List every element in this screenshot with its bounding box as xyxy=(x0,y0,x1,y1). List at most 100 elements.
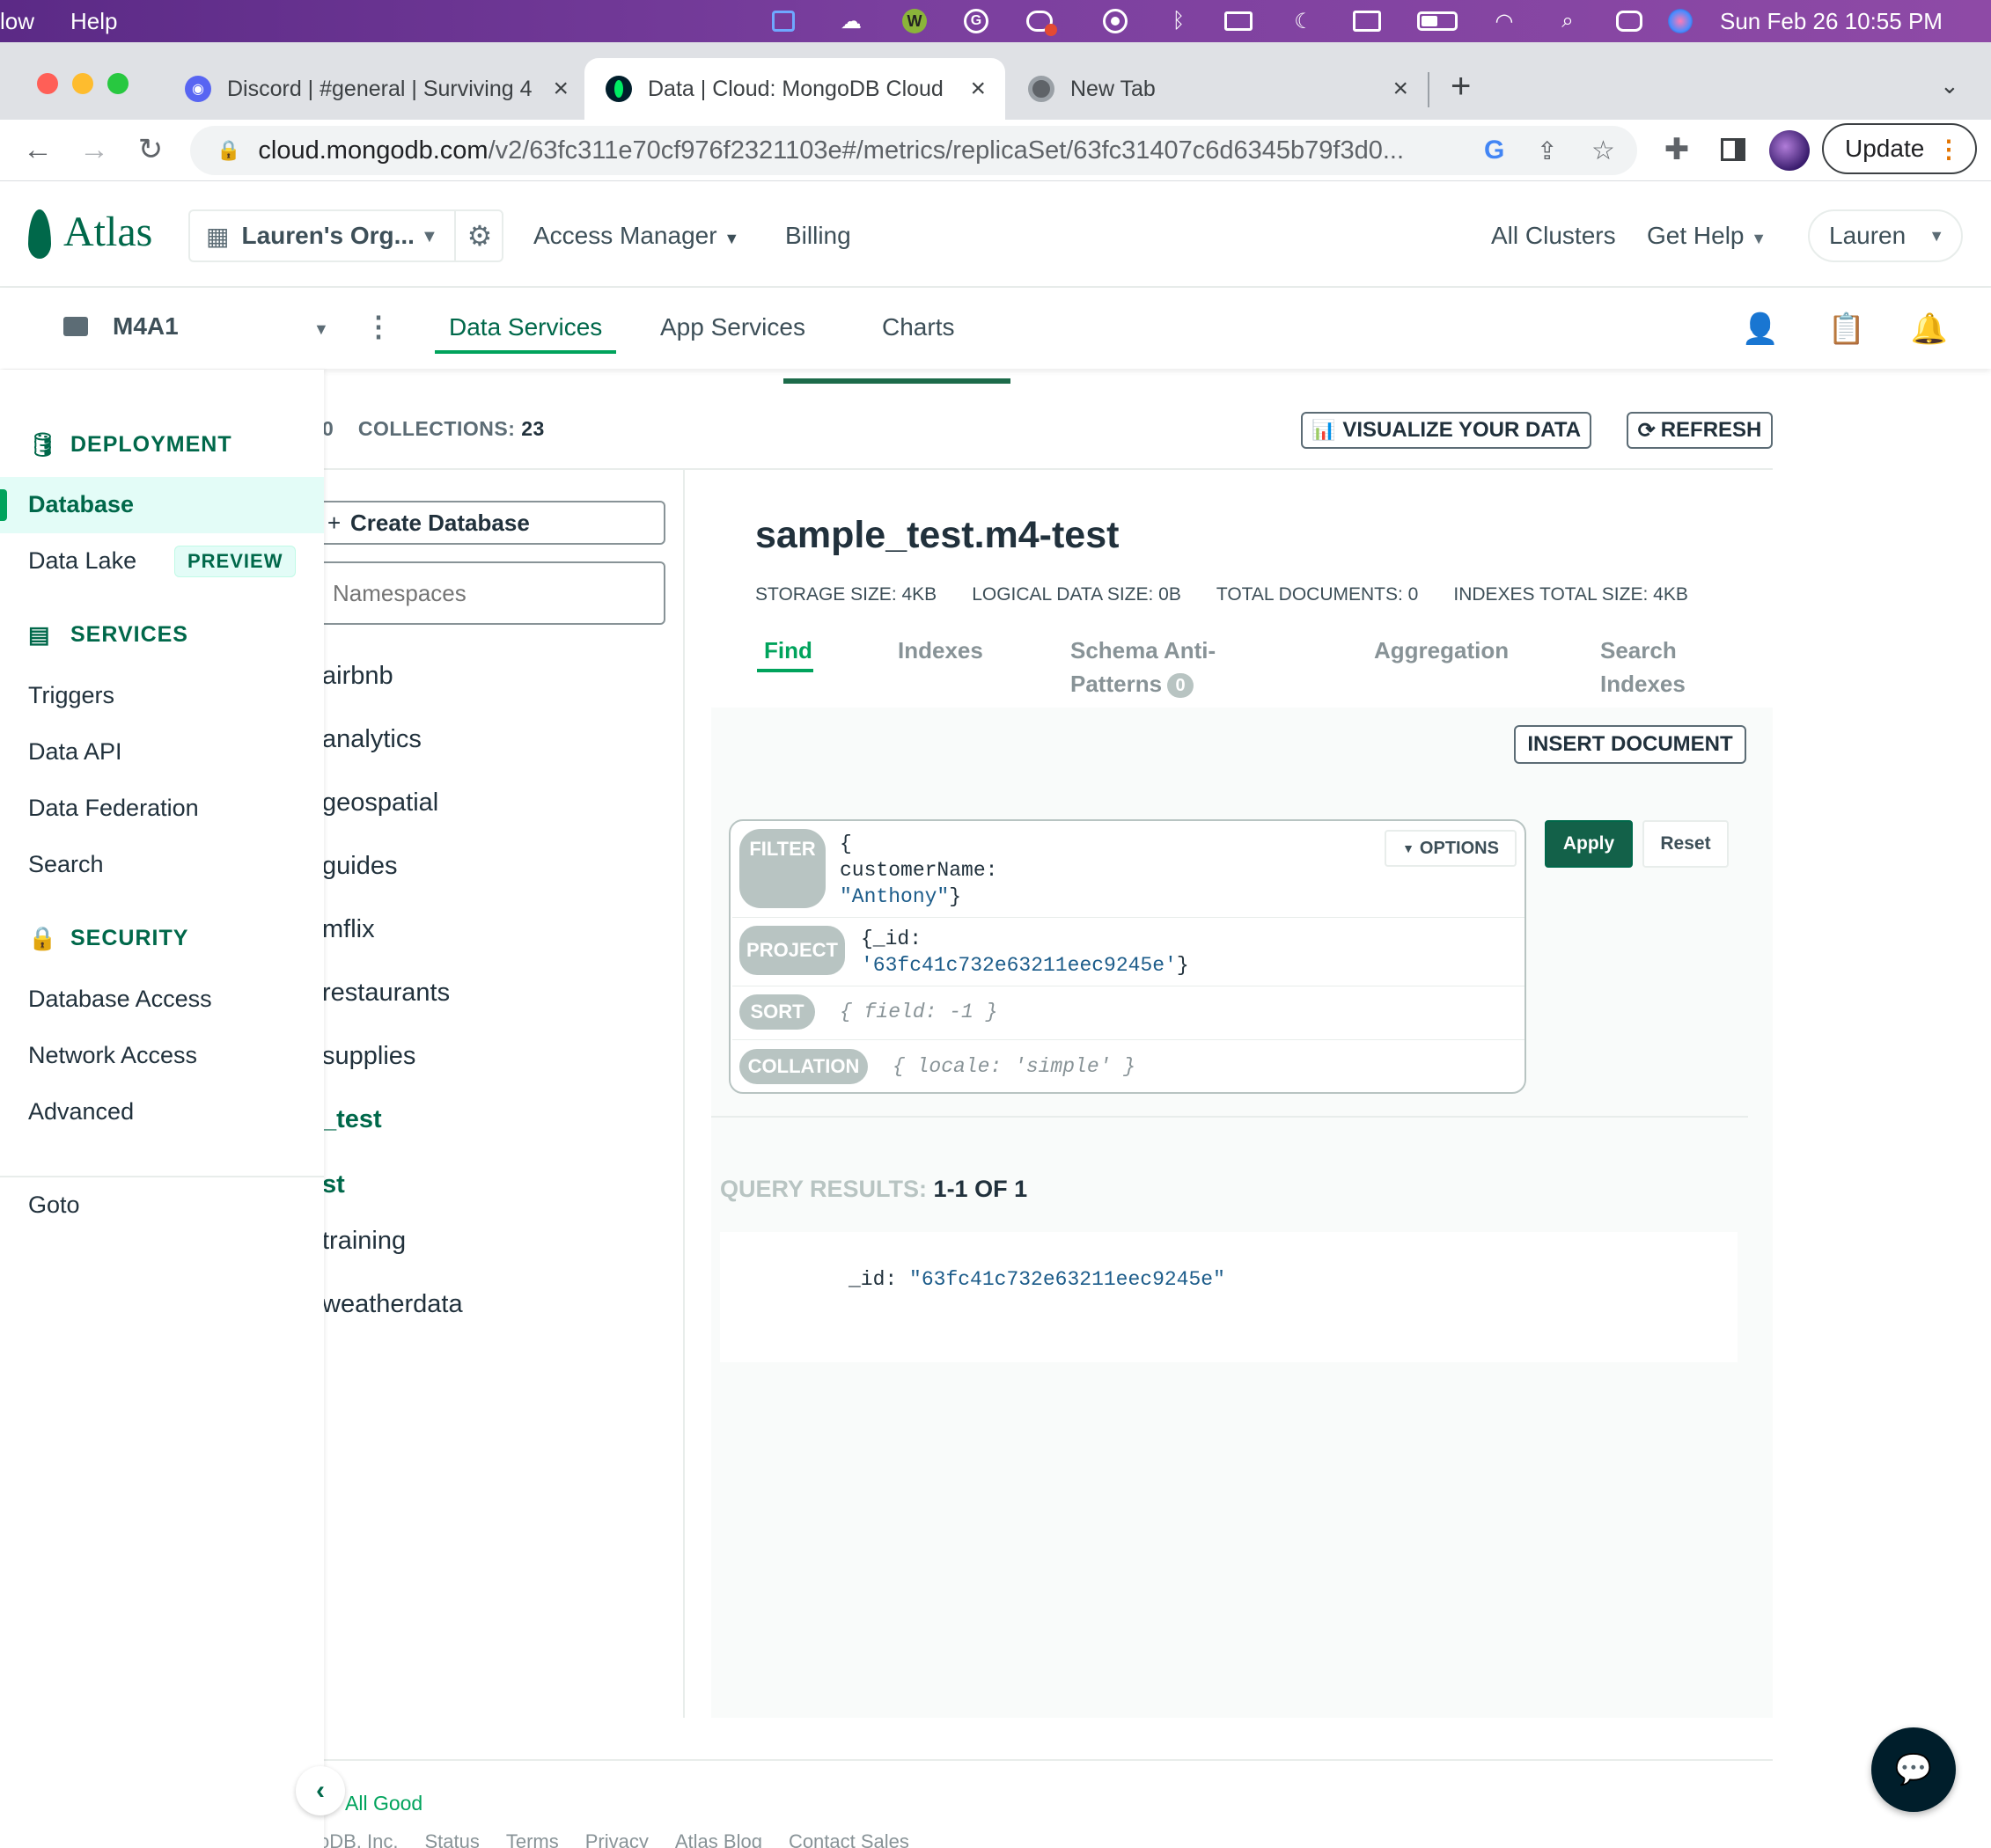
minimize-window-button[interactable] xyxy=(72,73,93,94)
siri-icon[interactable] xyxy=(1665,7,1695,35)
footer-link-status[interactable]: Status xyxy=(424,1830,479,1848)
namespaces-search-input[interactable] xyxy=(317,561,665,625)
screen-share-icon[interactable] xyxy=(768,7,798,35)
forward-arrow-icon[interactable]: → xyxy=(72,128,116,172)
bookmark-star-icon[interactable]: ☆ xyxy=(1591,136,1615,166)
database-item-restaurants[interactable]: restaurants xyxy=(322,979,450,1008)
document-card[interactable] xyxy=(720,1232,1738,1362)
database-item-training[interactable]: training xyxy=(322,1227,406,1256)
reload-icon[interactable]: ↻ xyxy=(129,128,173,172)
project-selector[interactable]: M4A1 xyxy=(63,312,179,341)
tab-data-services[interactable]: Data Services xyxy=(449,313,602,341)
side-panel-icon[interactable] xyxy=(1711,128,1755,172)
spotlight-icon[interactable]: ⌕ xyxy=(1553,7,1583,35)
close-window-button[interactable] xyxy=(37,73,58,94)
sidebar-item-data-federation[interactable]: Data Federation xyxy=(28,795,199,822)
chrome-update-button[interactable]: Update ⋮ xyxy=(1822,123,1977,174)
menu-window[interactable]: low xyxy=(0,8,34,35)
sidebar-item-goto[interactable]: Goto xyxy=(28,1192,80,1219)
database-item-guides[interactable]: guides xyxy=(322,852,397,881)
footer-link-contact-sales[interactable]: Contact Sales xyxy=(789,1830,909,1848)
visualize-data-button[interactable]: 📊 VISUALIZE YOUR DATA xyxy=(1301,412,1591,449)
reset-button[interactable]: Reset xyxy=(1642,820,1729,868)
sidebar-item-data-lake[interactable]: Data Lake xyxy=(28,547,136,575)
database-item-weatherdata[interactable]: weatherdata xyxy=(322,1290,463,1319)
cloud-icon[interactable]: ☁ xyxy=(836,7,866,35)
database-item-analytics[interactable]: analytics xyxy=(322,725,422,754)
display-icon[interactable] xyxy=(1223,7,1253,35)
share-icon[interactable]: ⇪ xyxy=(1537,136,1557,165)
get-help-menu[interactable]: Get Help ▼ xyxy=(1647,222,1767,250)
database-item-supplies[interactable]: supplies xyxy=(322,1042,415,1071)
address-bar[interactable]: 🔒 cloud.mongodb.com /v2/63fc311e70cf976f… xyxy=(190,126,1637,175)
collation-input[interactable]: { locale: 'simple' } xyxy=(893,1055,1135,1078)
creative-cloud-icon[interactable] xyxy=(1025,7,1057,36)
profile-avatar[interactable] xyxy=(1769,130,1810,171)
billing-link[interactable]: Billing xyxy=(785,222,851,250)
collection-item-selected[interactable]: st xyxy=(322,1170,345,1199)
all-clusters-link[interactable]: All Clusters xyxy=(1491,222,1616,250)
back-arrow-icon[interactable]: ← xyxy=(16,128,60,172)
sidebar-item-triggers[interactable]: Triggers xyxy=(28,682,114,709)
tab-charts[interactable]: Charts xyxy=(882,313,954,341)
extensions-puzzle-icon[interactable]: ✚ xyxy=(1655,128,1699,172)
tab-aggregation[interactable]: Aggregation xyxy=(1374,634,1509,667)
org-selector[interactable]: ▦ Lauren's Org... ▼ ⚙ xyxy=(188,209,503,262)
sidebar-item-database[interactable]: Database xyxy=(28,491,134,518)
access-manager-menu[interactable]: Access Manager ▼ xyxy=(533,222,739,250)
tab-discord[interactable]: ◉ Discord | #general | Surviving 4 × xyxy=(167,58,581,120)
footer-link-atlas-blog[interactable]: Atlas Blog xyxy=(675,1830,762,1848)
filter-input[interactable]: { customerName: "Anthony"} xyxy=(840,831,997,910)
chevron-down-icon[interactable]: ▼ xyxy=(313,320,329,339)
footer-link-terms[interactable]: Terms xyxy=(506,1830,559,1848)
query-options-button[interactable]: ▼ OPTIONS xyxy=(1385,830,1517,867)
menubar-datetime[interactable]: Sun Feb 26 10:55 PM xyxy=(1720,8,1943,35)
system-status[interactable]: All Good xyxy=(345,1792,422,1815)
support-chat-icon[interactable]: 💬 xyxy=(1871,1727,1956,1812)
moon-icon[interactable]: ☾ xyxy=(1289,7,1319,35)
sidebar-item-data-api[interactable]: Data API xyxy=(28,738,122,766)
maximize-window-button[interactable] xyxy=(107,73,129,94)
invite-user-icon[interactable]: 👤 xyxy=(1739,308,1782,350)
tab-search-chevron-icon[interactable]: ⌄ xyxy=(1940,72,1959,99)
close-tab-icon[interactable]: × xyxy=(1392,74,1408,104)
tab-mongodb[interactable]: Data | Cloud: MongoDB Cloud × xyxy=(584,58,1005,120)
sidebar-item-database-access[interactable]: Database Access xyxy=(28,986,212,1013)
database-item-airbnb[interactable]: airbnb xyxy=(322,662,393,691)
record-icon[interactable] xyxy=(1100,7,1130,35)
google-g-icon[interactable]: G xyxy=(1484,136,1504,165)
bell-icon[interactable]: 🔔 xyxy=(1908,308,1951,350)
sort-input[interactable]: { field: -1 } xyxy=(840,1001,997,1023)
tab-schema-anti-patterns[interactable]: Schema Anti- Patterns 0 xyxy=(1070,634,1216,700)
bluetooth-icon[interactable]: ᛒ xyxy=(1164,7,1194,35)
create-database-button[interactable]: + Create Database xyxy=(317,501,665,545)
tab-new-tab[interactable]: New Tab × xyxy=(1007,58,1421,120)
battery-icon[interactable] xyxy=(1415,7,1459,35)
control-center-icon[interactable] xyxy=(1614,7,1644,35)
grammarly-g-icon[interactable]: G xyxy=(961,7,991,35)
menu-help[interactable]: Help xyxy=(70,8,117,35)
tab-search-indexes[interactable]: Search Indexes xyxy=(1600,634,1686,700)
tab-indexes[interactable]: Indexes xyxy=(898,634,983,667)
tab-app-services[interactable]: App Services xyxy=(660,313,805,341)
keyboard-icon[interactable] xyxy=(1352,7,1382,35)
database-item-mflix[interactable]: mflix xyxy=(322,915,375,944)
close-tab-icon[interactable]: × xyxy=(553,74,569,104)
sidebar-item-advanced[interactable]: Advanced xyxy=(28,1098,134,1126)
footer-link-privacy[interactable]: Privacy xyxy=(585,1830,649,1848)
project-kebab-icon[interactable]: ⋮ xyxy=(364,310,393,343)
collapse-sidebar-chevron-icon[interactable]: ‹ xyxy=(296,1766,345,1815)
user-menu[interactable]: Lauren ▼ xyxy=(1808,209,1963,262)
new-tab-icon[interactable]: + xyxy=(1451,67,1471,106)
org-settings-gear-icon[interactable]: ⚙ xyxy=(454,211,503,260)
wifi-icon[interactable]: ◠ xyxy=(1489,7,1519,35)
tab-find[interactable]: Find xyxy=(764,634,812,667)
activity-feed-icon[interactable]: 📋 xyxy=(1826,308,1868,350)
database-item-selected[interactable]: _test xyxy=(322,1105,382,1134)
project-input[interactable]: {_id: '63fc41c732e63211eec9245e'} xyxy=(861,926,1189,979)
apply-button[interactable]: Apply xyxy=(1545,820,1633,868)
insert-document-button[interactable]: INSERT DOCUMENT xyxy=(1514,725,1746,764)
database-item-geospatial[interactable]: geospatial xyxy=(322,788,438,818)
sidebar-item-search[interactable]: Search xyxy=(28,851,104,878)
close-tab-icon[interactable]: × xyxy=(970,74,986,104)
